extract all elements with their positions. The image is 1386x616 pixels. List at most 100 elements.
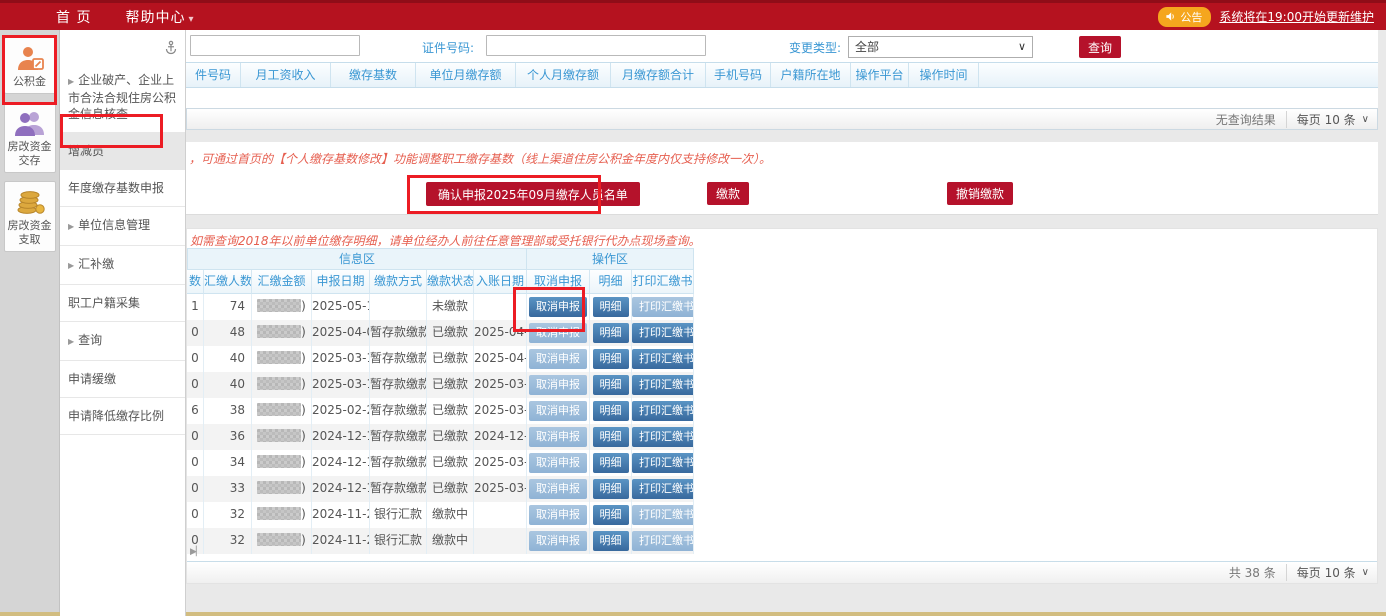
print-remit-button[interactable]: 打印汇缴书 xyxy=(632,427,694,447)
detail-button[interactable]: 明细 xyxy=(593,505,629,525)
print-remit-button: 打印汇缴书 xyxy=(632,297,694,317)
sidebar-item-1[interactable]: ▶企业破产、企业上市合法合规住房公积金信息核查 xyxy=(60,62,185,133)
cell-amount-masked: ) xyxy=(252,528,312,554)
print-remit-cell: 打印汇缴书 xyxy=(632,502,694,528)
print-remit-cell: 打印汇缴书 xyxy=(632,450,694,476)
base-adjust-notice: ，可通过首页的【个人缴存基数修改】功能调整职工缴存基数（线上渠道住房公积金年度内… xyxy=(189,150,771,167)
table-row: 036)2024-12-18暂存款缴款已缴款2024-12-18取消申报明细打印… xyxy=(187,424,694,450)
cancel-declare-button: 取消申报 xyxy=(529,401,587,421)
cell-entry-date: 2025-03-14 xyxy=(474,450,527,476)
print-remit-button[interactable]: 打印汇缴书 xyxy=(632,401,694,421)
remit-col-header: 缴款状态 xyxy=(427,270,474,294)
sidebar-item-4[interactable]: ▶单位信息管理 xyxy=(60,207,185,246)
rail-item-1[interactable]: 公积金 xyxy=(4,37,56,94)
announcement-badge: 公告 xyxy=(1158,7,1211,27)
cell-pay-method: 暂存款缴款 xyxy=(370,320,427,346)
detail-button[interactable]: 明细 xyxy=(593,453,629,473)
employee-col-header: 手机号码 xyxy=(706,63,771,87)
sidebar-item-2[interactable]: 增减员 xyxy=(60,133,185,170)
masked-amount-block xyxy=(257,403,301,416)
masked-amount-block xyxy=(257,299,301,312)
cell-count: 0 xyxy=(187,346,204,372)
cell-pay-method: 银行汇款 xyxy=(370,528,427,554)
cell-count: 0 xyxy=(187,424,204,450)
print-remit-cell: 打印汇缴书 xyxy=(632,294,694,320)
rail-item-2[interactable]: 房改资金交存 xyxy=(4,102,56,173)
remit-col-header: 明细 xyxy=(590,270,632,294)
sidebar-item-9[interactable]: 申请降低缴存比例 xyxy=(60,398,185,435)
keyword-input[interactable] xyxy=(190,35,360,56)
sidebar-item-3[interactable]: 年度缴存基数申报 xyxy=(60,170,185,207)
cancel-declare-cell: 取消申报 xyxy=(527,528,590,554)
cell-entry-date xyxy=(474,502,527,528)
rail-item-label: 交存 xyxy=(6,154,54,168)
anchor-icon[interactable] xyxy=(165,40,177,58)
detail-button[interactable]: 明细 xyxy=(593,349,629,369)
cancel-pay-button[interactable]: 撤销缴款 xyxy=(947,182,1013,205)
housing-reform-deposit-people-icon xyxy=(6,109,54,140)
chevron-down-icon: ∨ xyxy=(1362,567,1369,578)
page-size-select[interactable]: 每页 10 条 ∨ xyxy=(1286,111,1369,128)
detail-button[interactable]: 明细 xyxy=(593,427,629,447)
remittance-panel: 如需查询2018年以前单位缴存明细，请单位经办人前往任意管理部或受托银行代办点现… xyxy=(186,228,1378,584)
detail-button[interactable]: 明细 xyxy=(593,375,629,395)
cell-count: 0 xyxy=(187,476,204,502)
chevron-down-icon: ∨ xyxy=(1362,114,1369,125)
print-remit-cell: 打印汇缴书 xyxy=(632,424,694,450)
cell-declare-date: 2025-04-09 xyxy=(312,320,370,346)
sidebar-item-label: 汇补缴 xyxy=(78,257,114,271)
cell-count: 6 xyxy=(187,398,204,424)
cell-count: 0 xyxy=(187,372,204,398)
print-remit-button[interactable]: 打印汇缴书 xyxy=(632,375,694,395)
cancel-declare-button[interactable]: 取消申报 xyxy=(529,297,587,317)
masked-amount-block xyxy=(257,325,301,338)
cert-number-label: 证件号码: xyxy=(422,39,474,56)
detail-button[interactable]: 明细 xyxy=(593,297,629,317)
table-row: 638)2025-02-20暂存款缴款已缴款2025-03-14取消申报明细打印… xyxy=(187,398,694,424)
search-bar: 证件号码: 变更类型: 全部 ∨ 查询 xyxy=(186,30,1378,62)
nav-home[interactable]: 首 页 xyxy=(56,7,91,27)
print-remit-cell: 打印汇缴书 xyxy=(632,346,694,372)
detail-button[interactable]: 明细 xyxy=(593,401,629,421)
cert-number-input[interactable] xyxy=(486,35,706,56)
sidebar-item-8[interactable]: 申请缓缴 xyxy=(60,361,185,398)
print-remit-button[interactable]: 打印汇缴书 xyxy=(632,453,694,473)
page-size-label-2: 每页 10 条 xyxy=(1297,564,1356,581)
employee-table-header: 件号码月工资收入缴存基数单位月缴存额个人月缴存额月缴存额合计手机号码户籍所在地操… xyxy=(186,62,1378,88)
employee-col-header: 操作平台 xyxy=(851,63,909,87)
rail-item-3[interactable]: 房改资金支取 xyxy=(4,181,56,252)
detail-button[interactable]: 明细 xyxy=(593,531,629,551)
scroll-end-icon[interactable]: ▶▏ xyxy=(190,547,202,557)
sidebar-item-5[interactable]: ▶汇补缴 xyxy=(60,246,185,285)
print-remit-button: 打印汇缴书 xyxy=(632,505,694,525)
sidebar-item-label: 查询 xyxy=(78,333,102,347)
query-button[interactable]: 查询 xyxy=(1079,36,1121,58)
print-remit-button[interactable]: 打印汇缴书 xyxy=(632,479,694,499)
chevron-down-icon: ▾ xyxy=(188,14,194,25)
detail-cell: 明细 xyxy=(590,476,632,502)
change-type-select[interactable]: 全部 ∨ xyxy=(848,36,1033,58)
cell-people: 33 xyxy=(204,476,252,502)
cell-count: 0 xyxy=(187,450,204,476)
cell-pay-method: 暂存款缴款 xyxy=(370,476,427,502)
cancel-declare-cell: 取消申报 xyxy=(527,450,590,476)
print-remit-button[interactable]: 打印汇缴书 xyxy=(632,323,694,343)
detail-button[interactable]: 明细 xyxy=(593,323,629,343)
cell-declare-date: 2025-03-14 xyxy=(312,372,370,398)
sidebar-item-7[interactable]: ▶查询 xyxy=(60,322,185,361)
maintenance-notice-link[interactable]: 系统将在19:00开始更新维护 xyxy=(1219,8,1374,25)
confirm-declare-button[interactable]: 确认申报2025年09月缴存人员名单 xyxy=(426,182,640,206)
cell-entry-date: 2025-03-14 xyxy=(474,476,527,502)
page-size-select-2[interactable]: 每页 10 条 ∨ xyxy=(1286,564,1369,581)
topbar: 首 页 帮助中心▾ 公告 系统将在19:00开始更新维护 xyxy=(0,0,1386,30)
detail-button[interactable]: 明细 xyxy=(593,479,629,499)
cancel-declare-cell: 取消申报 xyxy=(527,320,590,346)
nav-help-center[interactable]: 帮助中心▾ xyxy=(125,7,194,27)
pay-button[interactable]: 缴款 xyxy=(707,182,749,205)
sidebar-item-6[interactable]: 职工户籍采集 xyxy=(60,285,185,322)
cell-pay-method: 暂存款缴款 xyxy=(370,346,427,372)
cell-amount-masked: ) xyxy=(252,476,312,502)
cell-amount-masked: ) xyxy=(252,294,312,320)
remit-col-header: 汇缴人数 xyxy=(204,270,252,294)
print-remit-button[interactable]: 打印汇缴书 xyxy=(632,349,694,369)
